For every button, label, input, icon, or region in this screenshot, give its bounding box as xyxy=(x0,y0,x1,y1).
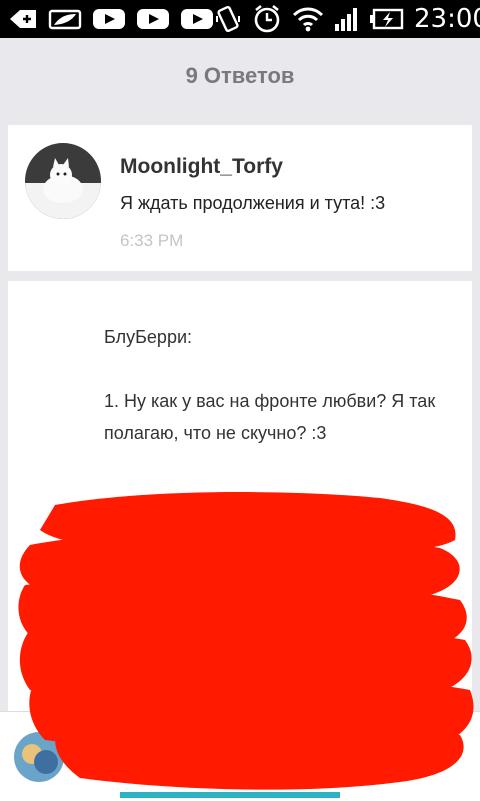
battery-charging-icon xyxy=(370,8,404,30)
clock: 23:00 xyxy=(414,4,480,34)
bottom-bar xyxy=(0,711,480,801)
post-card: БлуБерри: 1. Ну как у вас на фронте любв… xyxy=(8,281,472,721)
reply-username[interactable]: Moonlight_Torfy xyxy=(120,155,283,179)
add-icon xyxy=(8,8,38,30)
input-underline xyxy=(120,792,340,798)
signal-icon xyxy=(334,6,360,32)
post-text: БлуБерри: 1. Ну как у вас на фронте любв… xyxy=(104,327,436,443)
avatar[interactable] xyxy=(25,143,101,219)
vibrate-icon xyxy=(214,4,242,34)
photo-icon xyxy=(48,8,82,30)
status-bar: 23:00 xyxy=(0,0,480,38)
user-avatar[interactable] xyxy=(14,732,64,782)
page-title: 9 Ответов xyxy=(185,63,295,88)
youtube-icon xyxy=(180,8,214,30)
reply-card[interactable]: Moonlight_Torfy Я ждать продолжения и ту… xyxy=(8,125,472,271)
alarm-icon xyxy=(252,4,282,34)
reply-text: Я ждать продолжения и тута! :3 xyxy=(120,193,386,213)
wifi-icon xyxy=(292,6,324,32)
youtube-icon xyxy=(92,8,126,30)
reply-timestamp: 6:33 PM xyxy=(120,231,184,250)
youtube-icon xyxy=(136,8,170,30)
